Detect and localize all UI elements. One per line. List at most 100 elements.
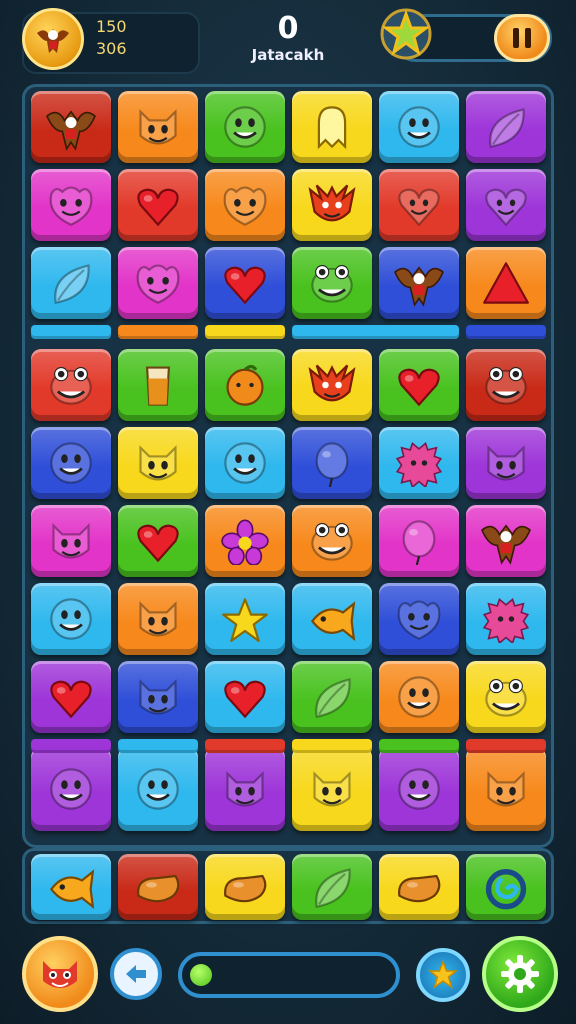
board-tile[interactable] xyxy=(466,747,546,831)
board-tile[interactable] xyxy=(205,349,285,421)
board-tile[interactable] xyxy=(31,349,111,421)
board-tile[interactable] xyxy=(31,427,111,499)
tray-piece[interactable] xyxy=(379,854,459,920)
tile-strip xyxy=(118,739,198,753)
tile-strip xyxy=(205,325,285,339)
cat-icon xyxy=(139,679,177,715)
heart-icon xyxy=(224,266,266,305)
frog-icon xyxy=(485,367,527,405)
glass-icon xyxy=(145,366,171,406)
board-tile[interactable] xyxy=(205,91,285,163)
tray-piece[interactable] xyxy=(292,854,372,920)
board-tile[interactable] xyxy=(205,747,285,831)
board-tile[interactable] xyxy=(292,583,372,655)
board-tile[interactable] xyxy=(466,169,546,241)
board-tile[interactable] xyxy=(292,349,372,421)
board-tile[interactable] xyxy=(118,505,198,577)
board-tile[interactable] xyxy=(205,505,285,577)
fuzz-icon xyxy=(482,597,530,643)
cat-icon xyxy=(487,445,525,481)
monster-face-icon[interactable] xyxy=(22,936,98,1012)
board-tile[interactable] xyxy=(205,247,285,319)
heart-face-icon xyxy=(485,188,527,227)
board-tile[interactable] xyxy=(118,661,198,733)
eagle-emblem-icon[interactable] xyxy=(22,8,84,70)
leaf-icon xyxy=(54,264,90,304)
board-tile[interactable] xyxy=(31,247,111,319)
tile-strip xyxy=(292,325,459,339)
board-tile[interactable] xyxy=(379,349,459,421)
piece-tray xyxy=(22,848,554,924)
heart-icon xyxy=(137,188,179,227)
star-button[interactable] xyxy=(416,948,470,1002)
tile-strip xyxy=(31,325,111,339)
board-tile[interactable] xyxy=(466,247,546,319)
board-tile[interactable] xyxy=(466,583,546,655)
board-tile[interactable] xyxy=(379,427,459,499)
bottom-bar xyxy=(0,930,576,1024)
frog-icon xyxy=(485,679,527,717)
board-tile[interactable] xyxy=(118,349,198,421)
board-tile[interactable] xyxy=(292,169,372,241)
fish-icon xyxy=(310,601,356,642)
tray-piece[interactable] xyxy=(466,854,546,920)
star-icon xyxy=(222,598,268,642)
board-tile[interactable] xyxy=(292,91,372,163)
leaf-icon xyxy=(315,678,351,718)
board-tile[interactable] xyxy=(118,169,198,241)
board-tile[interactable] xyxy=(118,91,198,163)
board-tile[interactable] xyxy=(205,169,285,241)
board-tile[interactable] xyxy=(118,747,198,831)
board-tile[interactable] xyxy=(205,661,285,733)
board-tile[interactable] xyxy=(31,661,111,733)
board-tile[interactable] xyxy=(31,91,111,163)
cat-icon xyxy=(139,109,177,145)
board-tile[interactable] xyxy=(466,427,546,499)
board-tile[interactable] xyxy=(205,427,285,499)
board-tile[interactable] xyxy=(466,91,546,163)
tray-piece[interactable] xyxy=(205,854,285,920)
board-tile[interactable] xyxy=(292,661,372,733)
heart-icon xyxy=(137,524,179,563)
board-tile[interactable] xyxy=(118,247,198,319)
pause-icon-bar xyxy=(525,28,531,48)
tile-strip xyxy=(466,325,546,339)
leaf-icon xyxy=(489,108,525,148)
board-tile[interactable] xyxy=(118,427,198,499)
heart-icon xyxy=(224,680,266,719)
board-tile[interactable] xyxy=(379,583,459,655)
board-tile[interactable] xyxy=(379,505,459,577)
board-tile[interactable] xyxy=(31,583,111,655)
tile-strip xyxy=(31,739,111,753)
board-tile[interactable] xyxy=(466,661,546,733)
pause-button[interactable] xyxy=(494,14,550,62)
board-tile[interactable] xyxy=(379,91,459,163)
board-tile[interactable] xyxy=(31,505,111,577)
board-tile[interactable] xyxy=(379,747,459,831)
board-tile[interactable] xyxy=(118,583,198,655)
board-tile[interactable] xyxy=(379,247,459,319)
board-tile[interactable] xyxy=(466,349,546,421)
cat-icon xyxy=(139,601,177,637)
score-display: 0 Jatacakh xyxy=(238,12,338,65)
monster-icon xyxy=(223,186,267,226)
tray-piece[interactable] xyxy=(31,854,111,920)
board-tile[interactable] xyxy=(31,169,111,241)
back-button[interactable] xyxy=(110,948,162,1000)
board-tile[interactable] xyxy=(292,427,372,499)
board-tile[interactable] xyxy=(292,247,372,319)
stat-top: 150 xyxy=(96,17,127,36)
board-tile[interactable] xyxy=(466,505,546,577)
tray-piece[interactable] xyxy=(118,854,198,920)
board-tile[interactable] xyxy=(292,747,372,831)
board-tile[interactable] xyxy=(205,583,285,655)
frog-icon xyxy=(50,367,92,405)
heart-face-icon xyxy=(398,188,440,227)
star-icon[interactable] xyxy=(378,6,434,62)
orange-icon xyxy=(226,364,264,406)
board-tile[interactable] xyxy=(379,169,459,241)
board-tile[interactable] xyxy=(379,661,459,733)
settings-button[interactable] xyxy=(482,936,558,1012)
board-tile[interactable] xyxy=(292,505,372,577)
board-tile[interactable] xyxy=(31,747,111,831)
